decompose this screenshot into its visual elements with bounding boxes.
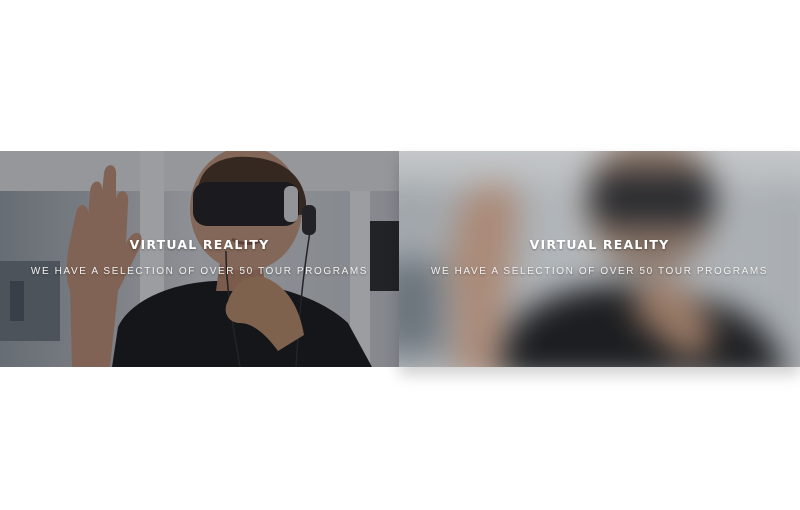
banner-subtitle: WE HAVE A SELECTION OF OVER 50 TOUR PROG… xyxy=(430,266,769,277)
banner-title: VIRTUAL REALITY xyxy=(129,237,270,252)
banner-caption: VIRTUAL REALITY WE HAVE A SELECTION OF O… xyxy=(399,237,800,277)
banner-title: VIRTUAL REALITY xyxy=(529,237,670,252)
page: VIRTUAL REALITY WE HAVE A SELECTION OF O… xyxy=(0,0,800,510)
vr-banner-card-blurred[interactable]: VIRTUAL REALITY WE HAVE A SELECTION OF O… xyxy=(399,151,800,367)
banner-caption: VIRTUAL REALITY WE HAVE A SELECTION OF O… xyxy=(0,237,399,277)
banner-subtitle: WE HAVE A SELECTION OF OVER 50 TOUR PROG… xyxy=(30,266,369,277)
vr-banner-card-sharp[interactable]: VIRTUAL REALITY WE HAVE A SELECTION OF O… xyxy=(0,151,399,367)
banner-row: VIRTUAL REALITY WE HAVE A SELECTION OF O… xyxy=(0,151,800,367)
